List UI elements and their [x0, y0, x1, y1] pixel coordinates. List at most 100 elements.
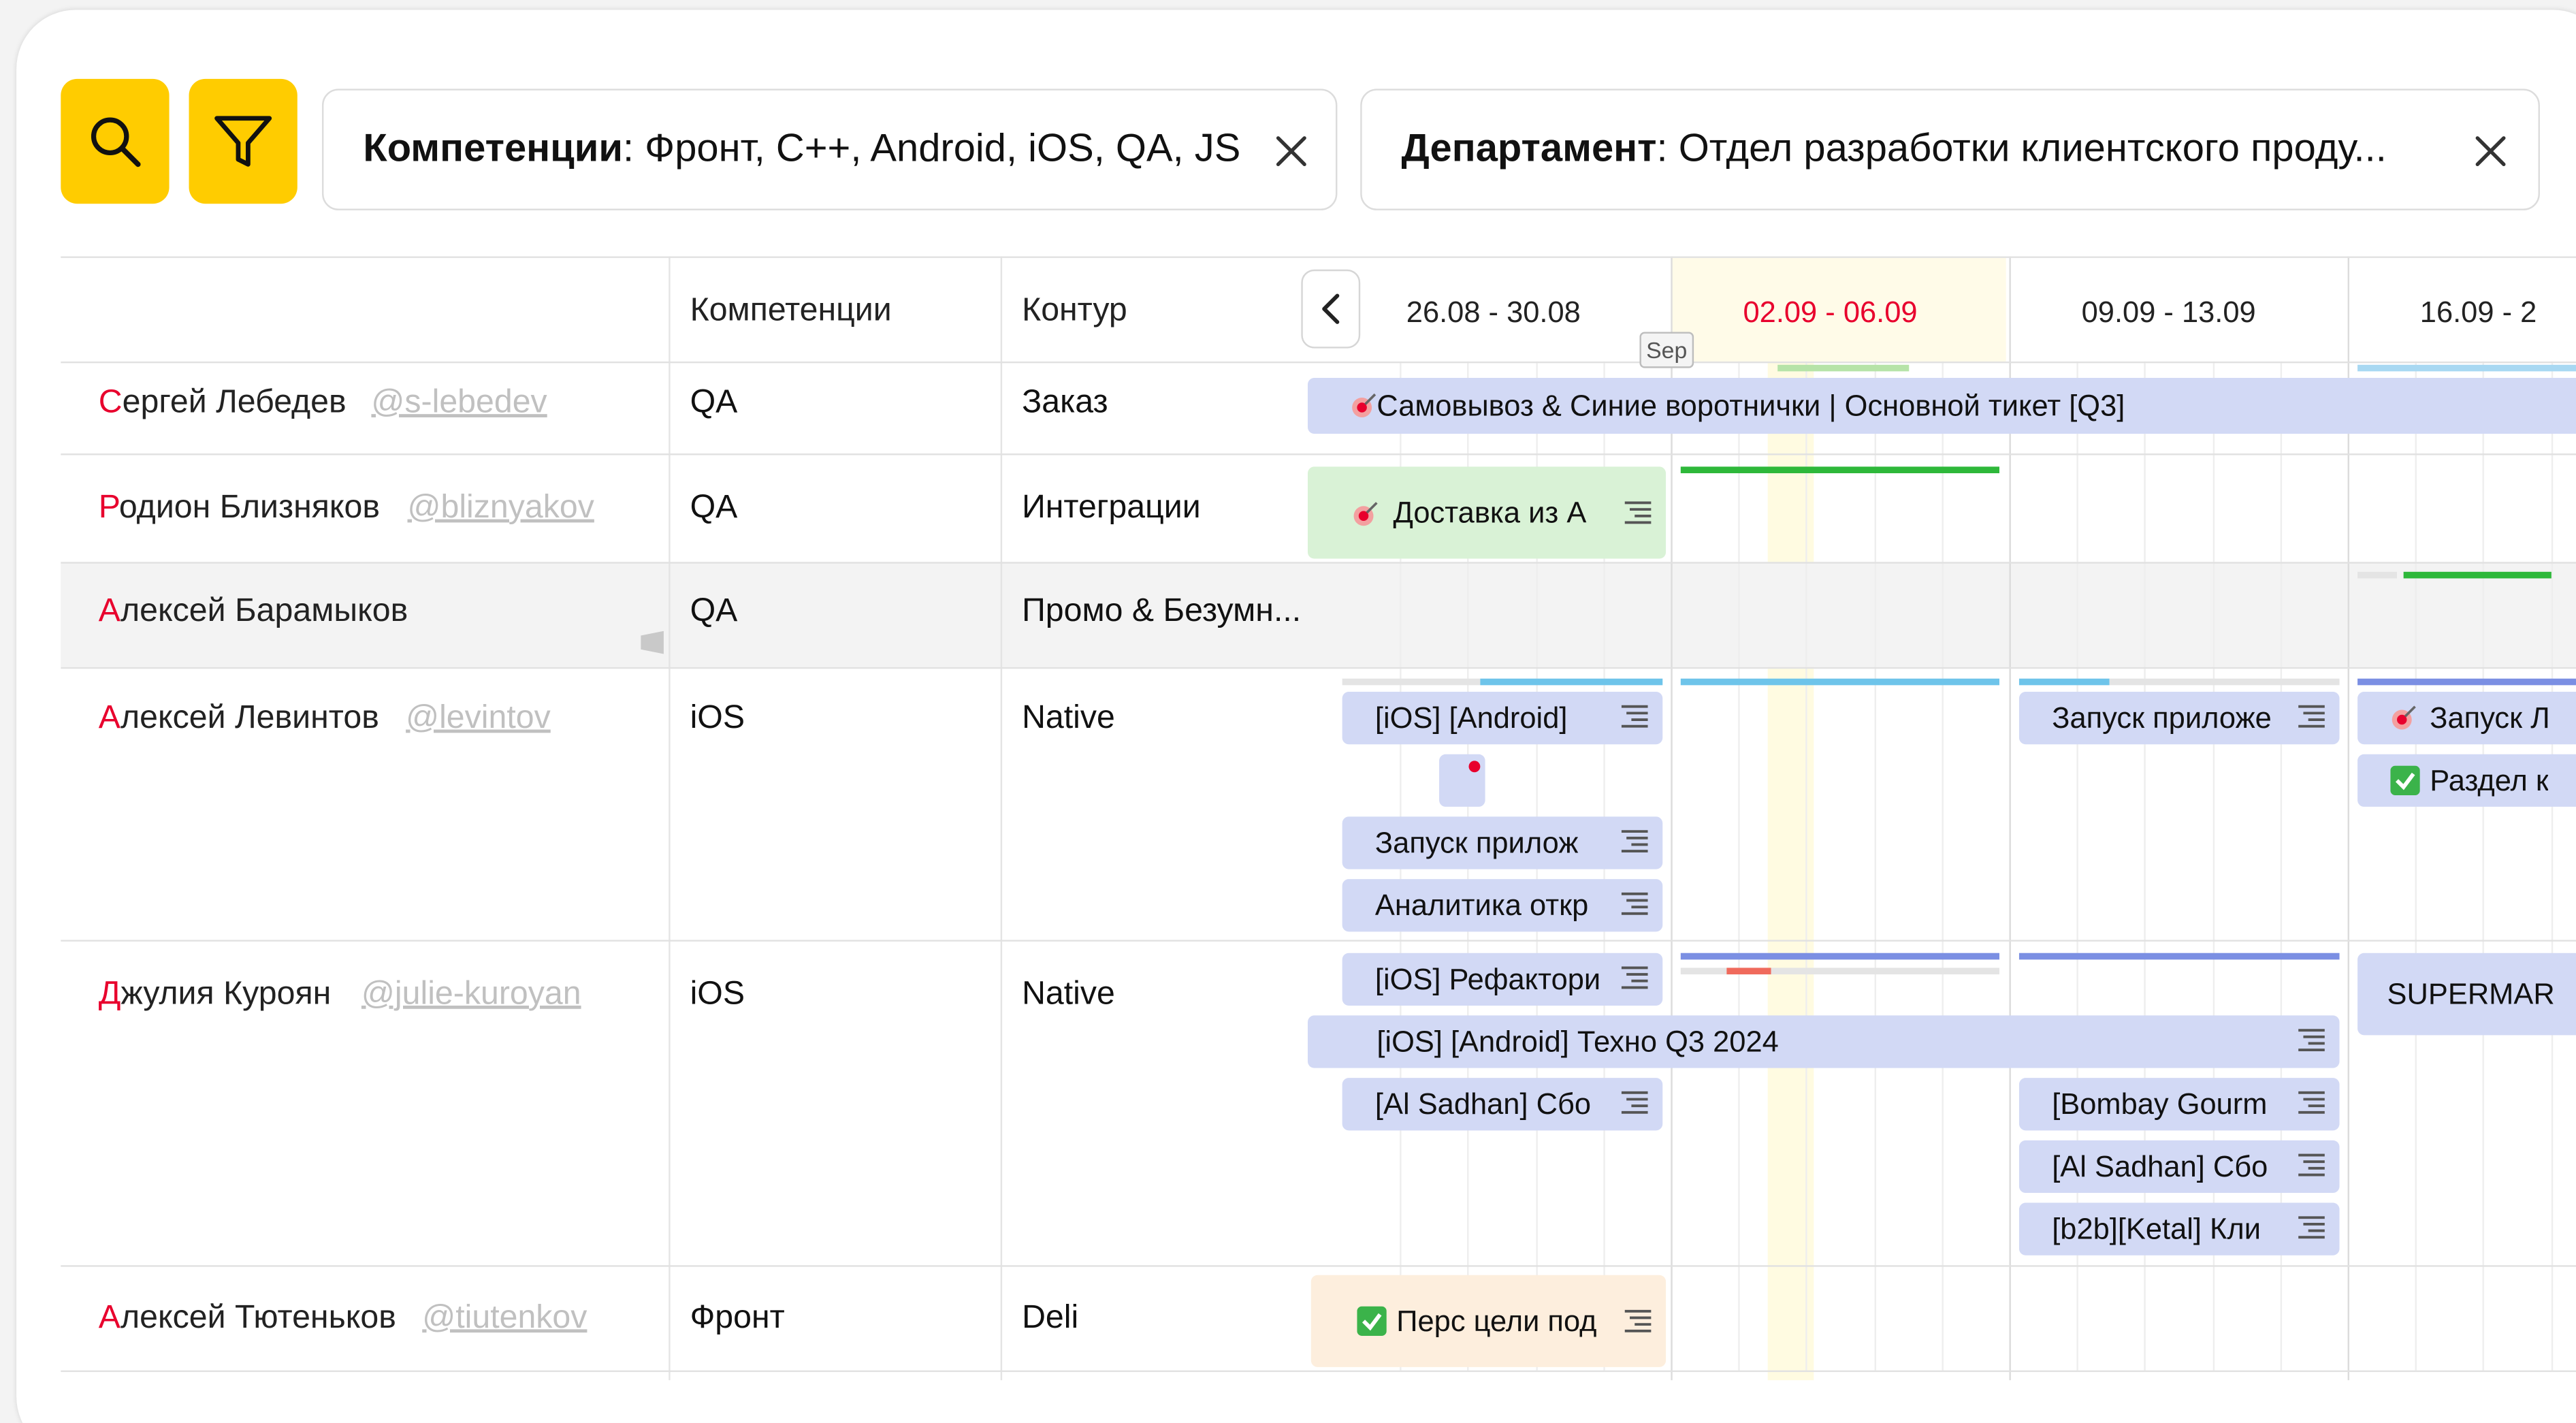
person-contour: Интеграции: [1022, 490, 1201, 526]
task-bar[interactable]: [Bombay Gourm: [2018, 1078, 2340, 1131]
person-competency: QA: [690, 384, 738, 421]
task-bar[interactable]: Перс цели под: [1310, 1275, 1667, 1367]
progress-segment: [2018, 678, 2110, 686]
task-bar[interactable]: [b2b][Ketal] Кли: [2018, 1202, 2340, 1256]
task-bar[interactable]: Запуск Л: [2357, 691, 2576, 745]
filter-label: Компетенции: [363, 126, 623, 171]
progress-segment: [2109, 678, 2340, 686]
filter-button[interactable]: [189, 78, 297, 204]
person-login[interactable]: @bliznyakov: [407, 490, 594, 528]
lines-icon: [2298, 1153, 2325, 1177]
chevron-left-icon: [1322, 293, 1340, 324]
day-gridline: [1873, 361, 1876, 1371]
task-bar[interactable]: [Al Sadhan] Сбо: [1342, 1078, 1663, 1131]
week-label: 09.09 - 13.09: [2081, 295, 2256, 329]
person-competency: iOS: [690, 976, 745, 1012]
progress-segment: [1680, 953, 1999, 960]
person-name[interactable]: Алексей Барамыков: [99, 593, 408, 631]
task-bar[interactable]: Запуск приложе: [2018, 691, 2340, 745]
row-divider: [61, 940, 2576, 942]
day-gridline: [2550, 361, 2553, 1371]
person-name[interactable]: Алексей Тютеньков: [99, 1300, 396, 1338]
task-bar[interactable]: [iOS] [Android] Техно Q3 2024: [1307, 1015, 2340, 1068]
search-icon: [91, 117, 141, 167]
task-bar[interactable]: Раздел к: [2357, 754, 2576, 807]
filter-label: Департамент: [1401, 126, 1657, 171]
person-login[interactable]: @tiutenkov: [422, 1300, 587, 1338]
week-label: 26.08 - 30.08: [1406, 295, 1581, 329]
filter-chip-department[interactable]: Департамент : Отдел разработки клиентско…: [1360, 89, 2540, 210]
timeline-prev-button[interactable]: [1301, 269, 1361, 349]
person-login[interactable]: @julie-kuroyan: [361, 976, 581, 1014]
person-competency: QA: [690, 593, 738, 630]
person-contour: Native: [1022, 976, 1115, 1012]
progress-segment: [2357, 364, 2576, 372]
task-bar[interactable]: Запуск прилож: [1342, 816, 1663, 869]
filter-chip-competencies[interactable]: Компетенции : Фронт, C++, Android, iOS, …: [322, 89, 1338, 210]
task-bar[interactable]: [Al Sadhan] Сбо: [2018, 1140, 2340, 1194]
person-name[interactable]: Родион Близняков: [99, 490, 380, 528]
person-login[interactable]: @s-lebedev: [371, 385, 547, 423]
task-bar[interactable]: [iOS] Рефактори: [1342, 953, 1663, 1006]
lines-icon: [1621, 830, 1648, 853]
week-label: 16.09 - 2: [2419, 295, 2537, 329]
alert-dot: [1468, 761, 1481, 773]
month-marker: Sep: [1639, 332, 1694, 368]
day-gridline: [2483, 361, 2485, 1371]
row-divider: [61, 667, 2576, 669]
filter-value: : Фронт, C++, Android, iOS, QA, JS: [622, 126, 1241, 171]
progress-segment: [1680, 466, 1999, 474]
row-divider: [61, 562, 2576, 564]
close-icon[interactable]: [1273, 133, 1309, 169]
progress-segment: [2357, 678, 2576, 686]
task-bar[interactable]: Аналитика откр: [1342, 879, 1663, 932]
person-name[interactable]: Сергей Лебедев: [99, 385, 347, 423]
column-divider: [669, 256, 671, 1381]
day-gridline: [1738, 361, 1741, 1371]
search-button[interactable]: [61, 78, 170, 204]
progress-segment: [1480, 678, 1663, 686]
lines-icon: [1621, 1091, 1648, 1114]
person-login[interactable]: @levintov: [406, 700, 551, 738]
person-contour: Native: [1022, 700, 1115, 737]
checkbox-icon: [2390, 765, 2420, 804]
task-bar[interactable]: Самовывоз & Синие воротнички | Основной …: [1307, 378, 2576, 434]
person-name[interactable]: Джулия Куроян: [99, 976, 331, 1014]
target-icon: [2390, 705, 2417, 739]
progress-segment: [1726, 968, 1771, 975]
progress-segment: [2018, 953, 2340, 960]
lines-icon: [1621, 705, 1648, 728]
week-label-current: 02.09 - 06.09: [1743, 295, 1918, 329]
task-bar[interactable]: Доставка из А: [1307, 466, 1667, 559]
filter-value: : Отдел разработки клиентского проду...: [1656, 126, 2387, 171]
person-competency: QA: [690, 490, 738, 526]
day-gridline: [1806, 361, 1808, 1371]
close-icon[interactable]: [2473, 133, 2509, 169]
progress-segment: [1680, 678, 1999, 686]
row-divider: [61, 361, 2576, 364]
progress-segment: [1777, 364, 1910, 372]
lines-icon: [2298, 1091, 2325, 1114]
progress-segment: [2357, 571, 2398, 579]
column-header-contour[interactable]: Контур: [1022, 293, 1127, 331]
target-icon: [1351, 393, 1377, 428]
target-icon: [1352, 501, 1379, 536]
progress-segment: [1342, 678, 1481, 686]
task-bar-mini[interactable]: [1439, 754, 1485, 807]
row-divider: [61, 1370, 2576, 1373]
person-competency: Фронт: [690, 1299, 785, 1337]
person-contour: Промо & Безумн...: [1022, 593, 1302, 630]
person-name[interactable]: Алексей Левинтов: [99, 700, 379, 738]
person-contour: Deli: [1022, 1299, 1079, 1337]
column-header-competencies[interactable]: Компетенции: [690, 293, 892, 331]
person-contour: Заказ: [1022, 384, 1108, 421]
progress-segment: [2403, 571, 2551, 579]
lines-icon: [1621, 966, 1648, 989]
lines-icon: [1624, 501, 1652, 524]
lines-icon: [2298, 705, 2325, 728]
planner-card: Компетенции : Фронт, C++, Android, iOS, …: [16, 10, 2576, 1423]
lines-icon: [1624, 1309, 1652, 1332]
lines-icon: [1621, 892, 1648, 915]
task-bar[interactable]: SUPERMAR: [2357, 953, 2576, 1036]
task-bar[interactable]: [iOS] [Android]: [1342, 691, 1663, 745]
